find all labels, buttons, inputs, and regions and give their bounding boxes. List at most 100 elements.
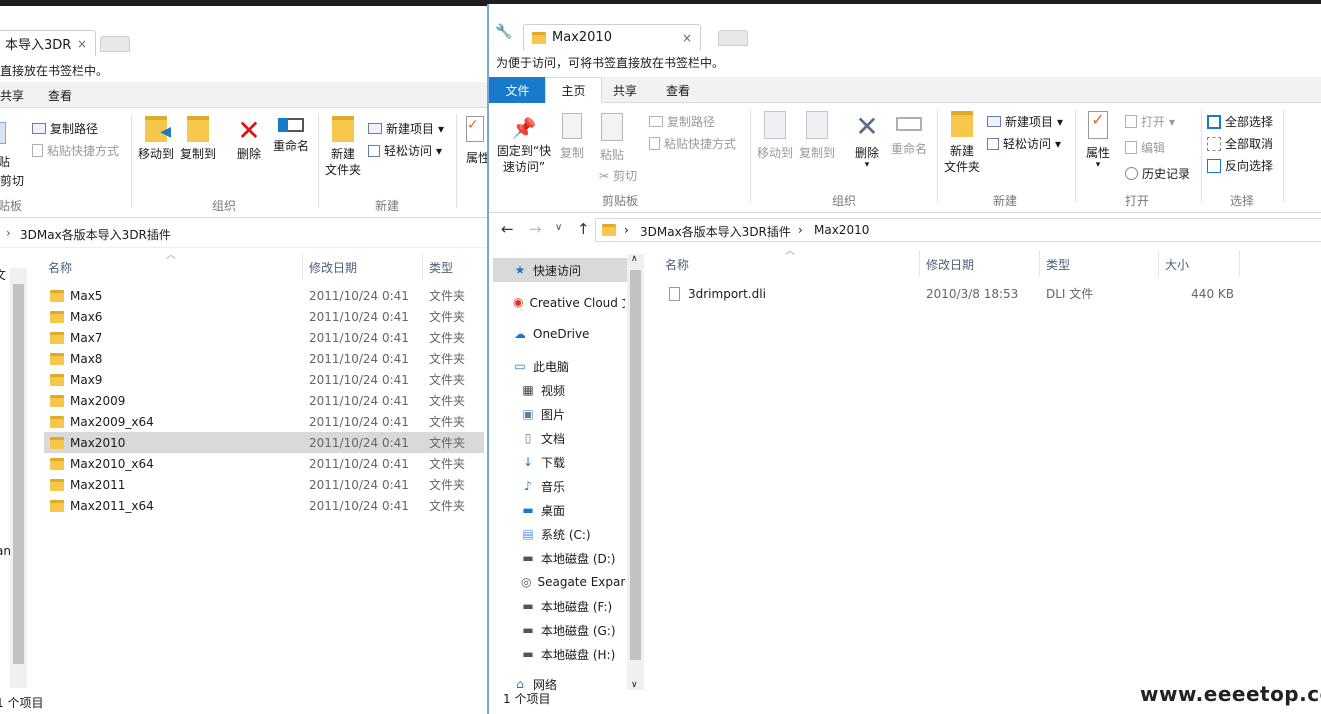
- nav-item[interactable]: ▣ 图片: [521, 402, 625, 426]
- paste-button[interactable]: 粘贴: [597, 113, 627, 163]
- history-button[interactable]: 历史记录: [1125, 165, 1190, 182]
- forward-arrow-icon[interactable]: →: [529, 220, 542, 238]
- tab-file[interactable]: 文件: [489, 77, 546, 103]
- wrench-icon[interactable]: 🔧: [495, 24, 512, 40]
- tab-view[interactable]: 查看: [666, 77, 690, 103]
- delete-button[interactable]: ✕ 删除 ▾: [849, 111, 885, 170]
- column-header-type[interactable]: 类型: [1046, 256, 1070, 273]
- table-row[interactable]: Max2011_x64 2011/10/24 0:41 文件夹: [44, 495, 484, 516]
- breadcrumb-item[interactable]: Max2010: [814, 223, 869, 237]
- table-row[interactable]: Max6 2011/10/24 0:41 文件夹: [44, 306, 484, 327]
- nav-item[interactable]: ↓ 下载: [521, 450, 625, 474]
- address-field[interactable]: › 3DMax各版本导入3DR插件 › Max2010: [595, 218, 1321, 242]
- label: 新建项目: [1005, 115, 1054, 129]
- tab-left[interactable]: 本导入3DR插件 ×: [0, 30, 96, 56]
- table-row[interactable]: Max2009 2011/10/24 0:41 文件夹: [44, 390, 484, 411]
- cut-button[interactable]: ✂ 剪切: [599, 167, 637, 184]
- copy-path-button[interactable]: 复制路径: [649, 113, 715, 130]
- pin-quick-access-button[interactable]: 📌 固定到“快 速访问”: [493, 113, 555, 175]
- nav-item[interactable]: ▬ 本地磁盘 (G:): [521, 618, 625, 642]
- tab-view[interactable]: 查看: [48, 82, 72, 108]
- paste-shortcut-button[interactable]: 粘贴快捷方式: [649, 135, 736, 152]
- column-header-name[interactable]: 名称: [665, 256, 689, 273]
- copy-button[interactable]: 复制: [557, 113, 587, 161]
- breadcrumb[interactable]: 3DMax各版本导入3DR插件: [20, 226, 171, 243]
- rename-button[interactable]: 重命名: [887, 111, 931, 157]
- copy-to-button[interactable]: 复制到: [797, 111, 837, 161]
- nav-item[interactable]: ☁ OneDrive: [513, 322, 625, 346]
- nav-item[interactable]: ◎ Seagate Expan: [521, 570, 625, 594]
- table-row[interactable]: Max9 2011/10/24 0:41 文件夹: [44, 369, 484, 390]
- nav-item[interactable]: ♪ 音乐: [521, 474, 625, 498]
- tab-share[interactable]: 共享: [613, 77, 637, 103]
- nav-item[interactable]: ▬ 本地磁盘 (H:): [521, 642, 625, 666]
- back-arrow-icon[interactable]: ←: [501, 220, 514, 238]
- table-row[interactable]: Max8 2011/10/24 0:41 文件夹: [44, 348, 484, 369]
- column-header-type[interactable]: 类型: [429, 259, 453, 276]
- easy-access-button[interactable]: 轻松访问 ▾: [368, 142, 442, 159]
- table-row[interactable]: Max2010_x64 2011/10/24 0:41 文件夹: [44, 453, 484, 474]
- column-header-name[interactable]: 名称: [48, 259, 72, 276]
- cut-icon: [0, 122, 6, 144]
- breadcrumb-item[interactable]: 3DMax各版本导入3DR插件: [640, 223, 791, 240]
- easy-access-icon: [368, 144, 380, 157]
- nav-item[interactable]: ▦ 视频: [521, 378, 625, 402]
- table-row[interactable]: Max2011 2011/10/24 0:41 文件夹: [44, 474, 484, 495]
- nav-scrollbar[interactable]: ∧ ∨: [627, 254, 644, 690]
- tab-share[interactable]: 共享: [0, 82, 24, 108]
- paste-partial[interactable]: 贴: [0, 154, 10, 170]
- easy-access-button[interactable]: 轻松访问 ▾: [987, 135, 1061, 152]
- paste-shortcut-button[interactable]: 粘贴快捷方式: [32, 142, 119, 159]
- up-arrow-icon[interactable]: ↑: [577, 220, 590, 238]
- new-tab-button[interactable]: [100, 36, 130, 52]
- nav-item[interactable]: ▬ 桌面: [521, 498, 625, 522]
- edit-button[interactable]: 编辑: [1125, 139, 1165, 156]
- cut-button[interactable]: 剪切: [0, 172, 24, 189]
- table-row[interactable]: Max7 2011/10/24 0:41 文件夹: [44, 327, 484, 348]
- nav-item[interactable]: ▬ 本地磁盘 (D:): [521, 546, 625, 570]
- nav-item[interactable]: ▯ 文档: [521, 426, 625, 450]
- table-row[interactable]: Max2010 2011/10/24 0:41 文件夹: [44, 432, 484, 453]
- nav-scrollbar[interactable]: [10, 268, 27, 688]
- scrollbar-thumb[interactable]: [13, 284, 24, 664]
- table-row[interactable]: Max5 2011/10/24 0:41 文件夹: [44, 285, 484, 306]
- nav-item[interactable]: ▬ 本地磁盘 (F:): [521, 594, 625, 618]
- move-to-button[interactable]: 移动到: [755, 111, 795, 161]
- new-item-button[interactable]: 新建项目 ▾: [368, 120, 444, 137]
- new-folder-button[interactable]: 新建 文件夹: [322, 116, 364, 178]
- column-header-size[interactable]: 大小: [1165, 256, 1189, 273]
- properties-button[interactable]: ✓ 属性 ▾: [1081, 111, 1115, 170]
- new-folder-button[interactable]: 新建 文件夹: [941, 111, 983, 175]
- close-icon[interactable]: ×: [77, 37, 87, 51]
- properties-button[interactable]: ✓ 属性: [466, 116, 487, 166]
- chevron-up-icon[interactable]: ∧: [631, 254, 638, 264]
- new-item-button[interactable]: 新建项目 ▾: [987, 113, 1063, 130]
- open-button[interactable]: 打开 ▾: [1125, 113, 1175, 130]
- column-header-date[interactable]: 修改日期: [926, 256, 974, 273]
- rename-button[interactable]: 重命名: [270, 116, 312, 154]
- select-none-button[interactable]: 全部取消: [1207, 135, 1273, 152]
- tab-max2010[interactable]: Max2010 ×: [523, 24, 701, 50]
- new-tab-button[interactable]: [718, 30, 748, 46]
- copy-to-button[interactable]: 复制到: [178, 116, 218, 162]
- nav-item[interactable]: ◉ Creative Cloud 文: [513, 290, 625, 314]
- ribbon-separator: [318, 114, 319, 208]
- chevron-down-icon[interactable]: ∨: [555, 222, 562, 233]
- scrollbar-thumb[interactable]: [630, 270, 641, 660]
- column-header-date[interactable]: 修改日期: [309, 259, 357, 276]
- copy-path-button[interactable]: 复制路径: [32, 120, 98, 137]
- tab-home[interactable]: 主页: [545, 77, 602, 104]
- table-row[interactable]: Max2009_x64 2011/10/24 0:41 文件夹: [44, 411, 484, 432]
- nav-item[interactable]: ▤ 系统 (C:): [521, 522, 625, 546]
- close-icon[interactable]: ×: [682, 31, 692, 45]
- select-all-button[interactable]: 全部选择: [1207, 113, 1273, 130]
- chevron-down-icon: ▾: [864, 160, 870, 170]
- invert-selection-button[interactable]: 反向选择: [1207, 157, 1273, 174]
- nav-item[interactable]: ★ 快速访问: [493, 258, 629, 282]
- delete-button[interactable]: ✕ 删除: [231, 116, 267, 162]
- chevron-down-icon[interactable]: ∨: [631, 680, 638, 690]
- nav-item[interactable]: ▭ 此电脑: [513, 354, 625, 378]
- address-bar[interactable]: › 3DMax各版本导入3DR插件: [0, 220, 487, 248]
- table-row[interactable]: 3drimport.dli 2010/3/8 18:53 DLI 文件 440 …: [665, 283, 1265, 304]
- move-to-button[interactable]: ◀ 移动到: [136, 116, 176, 162]
